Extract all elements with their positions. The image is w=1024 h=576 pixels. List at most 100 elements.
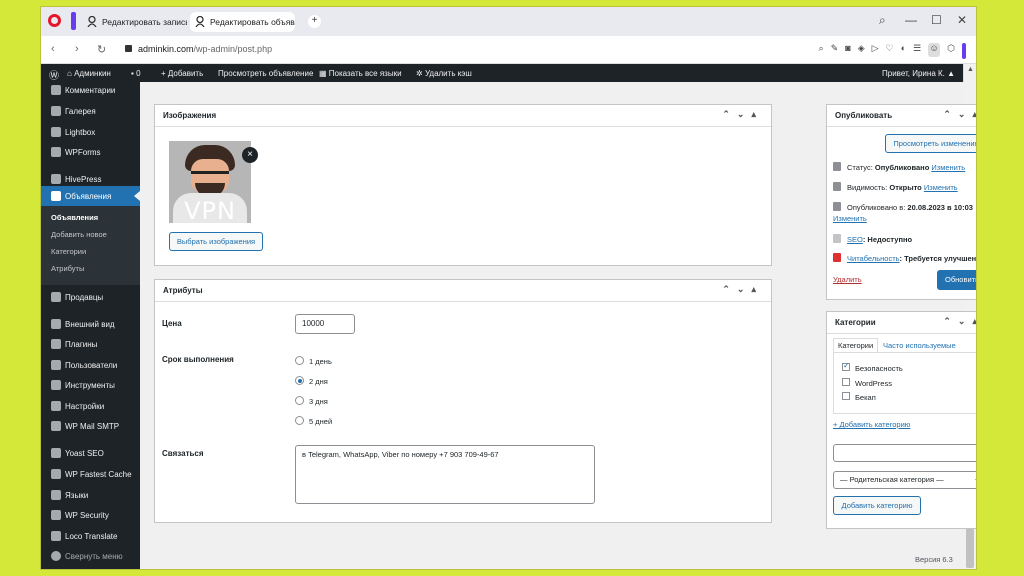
wordpress-logo-icon[interactable]: Ⓦ <box>49 67 59 82</box>
admin-sidebar: Комментарии Галерея Lightbox WPForms Hiv… <box>41 82 140 569</box>
sidebar-item-gallery[interactable]: Галерея <box>51 106 96 116</box>
profile-icon[interactable]: ☺ <box>928 43 941 57</box>
add-category-button[interactable]: Добавить категорию <box>833 496 921 515</box>
sidebar-item-users[interactable]: Пользователи <box>51 360 117 370</box>
metabox-controls[interactable]: ⌃⌄▴ <box>722 284 763 295</box>
heart-icon[interactable]: ♡ <box>886 43 894 59</box>
new-tab-button[interactable]: + <box>308 15 321 28</box>
update-button[interactable]: Обновить <box>937 270 976 290</box>
edit-icon[interactable]: ✎ <box>831 43 839 59</box>
toggle-icon[interactable]: ◐ <box>901 43 906 59</box>
comments-link[interactable]: ▪ 0 <box>131 69 141 78</box>
user-icon <box>195 16 205 27</box>
metabox-controls[interactable]: ⌃⌄▴ <box>722 109 763 120</box>
new-category-input[interactable] <box>833 444 976 462</box>
metabox-title: Опубликовать <box>835 111 893 120</box>
sidebar-item-label: Yoast SEO <box>65 449 104 458</box>
collapse-menu-button[interactable]: Свернуть меню <box>51 551 123 561</box>
delete-row: Удалить <box>833 275 862 284</box>
choose-images-button[interactable]: Выбрать изображения <box>169 232 263 251</box>
search-icon[interactable]: ⌕ <box>819 43 824 59</box>
metabox-controls[interactable]: ⌃⌄▴ <box>943 316 976 327</box>
metabox-controls[interactable]: ⌃⌄▴ <box>943 109 976 120</box>
metabox-header: Атрибуты ⌃⌄▴ <box>155 280 771 302</box>
term-radio-3[interactable] <box>295 396 304 405</box>
yoast-seo-icon <box>833 234 841 243</box>
shield-icon[interactable]: ◈ <box>858 43 865 59</box>
box-icon[interactable]: ⬡ <box>947 43 955 59</box>
images-metabox: Изображения ⌃⌄▴ VPN × Выбрать изображени… <box>154 104 772 266</box>
category-checkbox[interactable] <box>842 392 850 400</box>
reload-button[interactable]: ↻ <box>97 43 106 56</box>
preview-changes-button[interactable]: Просмотреть изменения <box>885 134 976 153</box>
minimize-button[interactable]: — <box>905 13 917 27</box>
sidebar-item-settings[interactable]: Настройки <box>51 401 104 411</box>
sidebar-item-lightbox[interactable]: Lightbox <box>51 127 95 137</box>
tab-edit-post[interactable]: Редактировать запись ‹ <box>82 12 187 32</box>
sidebar-item-listings[interactable]: Объявления <box>41 186 140 206</box>
add-category-link[interactable]: + Добавить категорию <box>833 420 910 429</box>
category-checkbox[interactable] <box>842 378 850 386</box>
image-thumbnail[interactable]: VPN <box>169 141 251 223</box>
term-radio-1[interactable] <box>295 356 304 365</box>
clear-cache-link[interactable]: ✲ Удалить кэш <box>416 69 472 78</box>
edit-date-link[interactable]: Изменить <box>833 214 867 223</box>
opera-logo-icon[interactable] <box>48 14 61 27</box>
sidebar-item-wpforms[interactable]: WPForms <box>51 147 101 157</box>
submenu-categories[interactable]: Категории <box>51 247 86 256</box>
sidebar-item-wp-fastest-cache[interactable]: WP Fastest Cache <box>51 469 132 479</box>
play-icon[interactable]: ▷ <box>872 43 879 59</box>
scroll-up-icon[interactable]: ▲ <box>967 66 974 73</box>
site-name: Админкин <box>74 69 111 78</box>
view-listing-link[interactable]: Просмотреть объявление <box>218 69 313 78</box>
sidebar-item-comments[interactable]: Комментарии <box>51 85 115 95</box>
sidebar-item-hivepress[interactable]: HivePress <box>51 174 101 184</box>
category-checkbox[interactable] <box>842 361 850 371</box>
back-button[interactable]: ‹ <box>51 43 55 55</box>
tab-popular-categories[interactable]: Часто используемые <box>883 341 956 350</box>
publish-metabox: Опубликовать ⌃⌄▴ Просмотреть изменения С… <box>826 104 976 300</box>
sidebar-item-label: Инструменты <box>65 381 115 390</box>
submenu-add-new[interactable]: Добавить новое <box>51 230 107 239</box>
sidebar-item-plugins[interactable]: Плагины <box>51 339 97 349</box>
submenu-attributes[interactable]: Атрибуты <box>51 264 84 273</box>
url-field[interactable]: adminkin.com/wp-admin/post.php <box>125 44 272 54</box>
visibility-value: Открыто <box>889 183 922 192</box>
sidebar-item-languages[interactable]: Языки <box>51 490 88 500</box>
tab-all-categories[interactable]: Категории <box>833 338 879 352</box>
sidebar-item-tools[interactable]: Инструменты <box>51 380 115 390</box>
maximize-button[interactable]: ☐ <box>931 13 942 27</box>
sidebar-item-wp-security[interactable]: WP Security <box>51 510 109 520</box>
contact-textarea[interactable]: в Telegram, WhatsApp, Viber по номеру +7… <box>295 445 595 504</box>
search-tabs-icon[interactable]: ⌕ <box>879 13 886 28</box>
add-new-label: Добавить <box>167 69 204 78</box>
term-radio-5[interactable] <box>295 416 304 425</box>
tab-edit-listing[interactable]: Редактировать объявле <box>190 12 295 32</box>
seo-link[interactable]: SEO <box>847 235 863 244</box>
edit-status-link[interactable]: Изменить <box>931 163 965 172</box>
readability-link[interactable]: Читабельность <box>847 254 900 263</box>
camera-icon[interactable]: ◙ <box>845 43 850 59</box>
sidebar-item-yoast-seo[interactable]: Yoast SEO <box>51 448 104 458</box>
remove-image-button[interactable]: × <box>242 147 258 163</box>
close-button[interactable]: ✕ <box>957 13 967 27</box>
greeting-link[interactable]: Привет, Ирина К. ▲ <box>882 69 955 78</box>
contact-label: Связаться <box>162 449 204 458</box>
sidebar-item-wp-mail-smtp[interactable]: WP Mail SMTP <box>51 421 119 431</box>
site-name-link[interactable]: ⌂ Админкин <box>67 69 111 78</box>
menu-icon[interactable]: ☰ <box>913 43 921 59</box>
sidebar-item-label: Объявления <box>65 192 112 201</box>
sidebar-item-loco-translate[interactable]: Loco Translate <box>51 531 117 541</box>
add-new-link[interactable]: + Добавить <box>161 69 203 78</box>
sidebar-item-vendors[interactable]: Продавцы <box>51 292 103 302</box>
submenu-listings[interactable]: Объявления <box>51 213 98 222</box>
edit-visibility-link[interactable]: Изменить <box>924 183 958 192</box>
show-languages-link[interactable]: ▦ Показать все языки <box>319 69 402 78</box>
visibility-row: Видимость: Открыто Изменить <box>833 182 958 192</box>
sidebar-item-appearance[interactable]: Внешний вид <box>51 319 115 329</box>
price-input[interactable]: 10000 <box>295 314 355 334</box>
parent-category-select[interactable]: — Родительская категория — ⌄ <box>833 471 976 489</box>
term-radio-2[interactable] <box>295 376 304 385</box>
delete-link[interactable]: Удалить <box>833 275 862 284</box>
forward-button[interactable]: › <box>75 43 79 55</box>
